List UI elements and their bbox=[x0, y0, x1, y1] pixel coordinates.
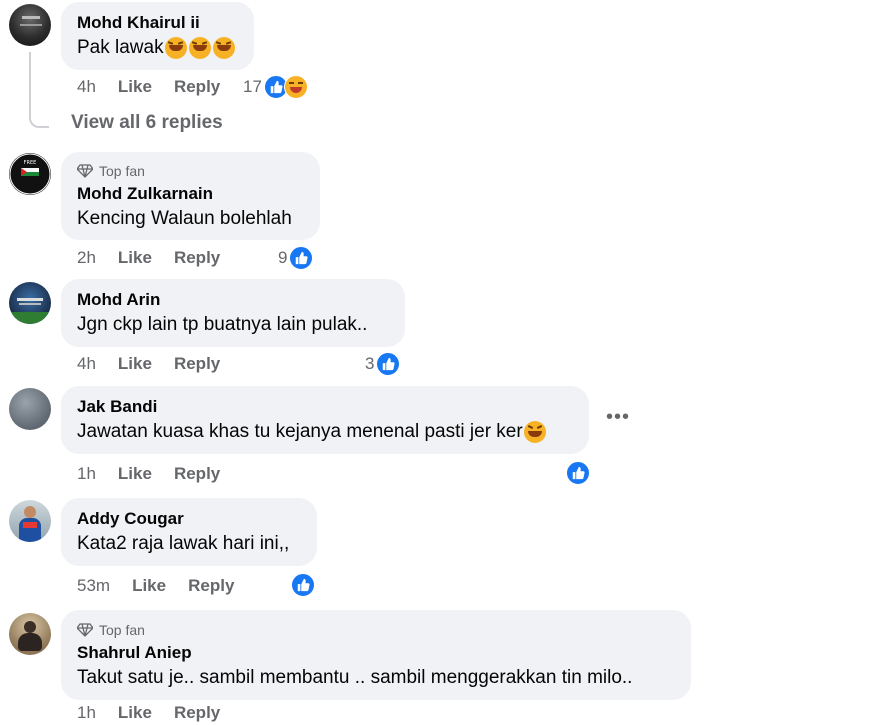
comment-text: Takut satu je.. sambil membantu .. sambi… bbox=[77, 667, 633, 688]
commenter-name[interactable]: Mohd Zulkarnain bbox=[77, 182, 304, 206]
comment-bubble: Addy Cougar Kata2 raja lawak hari ini,, bbox=[61, 498, 317, 566]
reply-button[interactable]: Reply bbox=[188, 576, 234, 596]
reply-button[interactable]: Reply bbox=[174, 248, 220, 268]
like-button[interactable]: Like bbox=[118, 464, 152, 484]
badge-label: Top fan bbox=[99, 163, 145, 179]
reply-button[interactable]: Reply bbox=[174, 703, 220, 723]
reply-button[interactable]: Reply bbox=[174, 354, 220, 374]
commenter-name[interactable]: Mohd Arin bbox=[77, 288, 389, 312]
comment-text: Jgn ckp lain tp buatnya lain pulak.. bbox=[77, 314, 368, 335]
rolling-laughing-emoji bbox=[188, 36, 211, 59]
comment-actions: 1h Like Reply bbox=[77, 701, 242, 725]
avatar[interactable] bbox=[9, 4, 51, 46]
commenter-name[interactable]: Mohd Khairul ii bbox=[77, 11, 238, 35]
avatar[interactable] bbox=[9, 282, 51, 324]
comment-actions: 2h Like Reply bbox=[77, 246, 242, 270]
reaction-count-number: 17 bbox=[243, 77, 262, 96]
reaction-count[interactable] bbox=[289, 573, 315, 597]
like-button[interactable]: Like bbox=[118, 703, 152, 723]
reply-button[interactable]: Reply bbox=[174, 77, 220, 97]
comment-text: Pak lawak bbox=[77, 35, 238, 61]
diamond-icon bbox=[77, 164, 93, 178]
comment-actions: 1h Like Reply bbox=[77, 462, 242, 486]
comment-text: Kencing Walaun bolehlah bbox=[77, 208, 292, 229]
grinning-squinting-emoji bbox=[523, 420, 546, 443]
like-button[interactable]: Like bbox=[132, 576, 166, 596]
reaction-count[interactable]: 17 bbox=[243, 75, 308, 99]
commenter-name[interactable]: Jak Bandi bbox=[77, 395, 573, 419]
top-fan-badge: Top fan bbox=[77, 162, 304, 180]
comment-time[interactable]: 1h bbox=[77, 703, 96, 723]
comment-bubble: Top fan Shahrul Aniep Takut satu je.. sa… bbox=[61, 610, 691, 700]
like-icon bbox=[566, 461, 590, 485]
comment-text-content: Jawatan kuasa khas tu kejanya menenal pa… bbox=[77, 421, 523, 442]
comment-text-content: Pak lawak bbox=[77, 37, 164, 58]
like-icon bbox=[291, 573, 315, 597]
svg-text:FREE: FREE bbox=[24, 160, 37, 166]
comment-time[interactable]: 4h bbox=[77, 354, 96, 374]
like-button[interactable]: Like bbox=[118, 248, 152, 268]
reaction-count-number: 3 bbox=[365, 354, 375, 373]
comment-bubble: Jak Bandi Jawatan kuasa khas tu kejanya … bbox=[61, 386, 589, 454]
view-replies-link[interactable]: View all 6 replies bbox=[71, 112, 223, 134]
comment-text: Kata2 raja lawak hari ini,, bbox=[77, 533, 290, 554]
like-icon bbox=[289, 246, 314, 270]
reaction-count[interactable] bbox=[564, 461, 590, 485]
rolling-laughing-emoji bbox=[164, 36, 187, 59]
comment-time[interactable]: 2h bbox=[77, 248, 96, 268]
diamond-icon bbox=[77, 623, 93, 637]
like-icon bbox=[376, 352, 401, 376]
avatar[interactable] bbox=[9, 613, 51, 655]
comment-bubble: Mohd Khairul ii Pak lawak bbox=[61, 2, 254, 70]
rolling-laughing-emoji bbox=[212, 36, 235, 59]
avatar[interactable] bbox=[9, 388, 51, 430]
comment-bubble: Mohd Arin Jgn ckp lain tp buatnya lain p… bbox=[61, 279, 405, 347]
comment-actions: 53m Like Reply bbox=[77, 574, 256, 598]
reply-button[interactable]: Reply bbox=[174, 464, 220, 484]
thread-connector bbox=[29, 52, 49, 128]
like-button[interactable]: Like bbox=[118, 77, 152, 97]
comment-actions: 4h Like Reply bbox=[77, 352, 242, 376]
comment-time[interactable]: 1h bbox=[77, 464, 96, 484]
laughing-emoji-icon bbox=[283, 75, 308, 99]
comment-text: Jawatan kuasa khas tu kejanya menenal pa… bbox=[77, 419, 573, 445]
reaction-count-number: 9 bbox=[278, 248, 288, 267]
comment-time[interactable]: 4h bbox=[77, 77, 96, 97]
badge-label: Top fan bbox=[99, 622, 145, 638]
comment-bubble: Top fan Mohd Zulkarnain Kencing Walaun b… bbox=[61, 152, 320, 240]
commenter-name[interactable]: Shahrul Aniep bbox=[77, 641, 675, 665]
avatar[interactable]: FREE bbox=[9, 153, 51, 195]
comment-time[interactable]: 53m bbox=[77, 576, 110, 596]
comment-actions: 4h Like Reply bbox=[77, 75, 242, 99]
commenter-name[interactable]: Addy Cougar bbox=[77, 507, 301, 531]
reaction-count[interactable]: 9 bbox=[278, 246, 314, 270]
more-options-button[interactable]: ••• bbox=[606, 406, 630, 429]
reaction-count[interactable]: 3 bbox=[365, 352, 401, 376]
avatar[interactable] bbox=[9, 500, 51, 542]
top-fan-badge: Top fan bbox=[77, 621, 675, 639]
like-button[interactable]: Like bbox=[118, 354, 152, 374]
